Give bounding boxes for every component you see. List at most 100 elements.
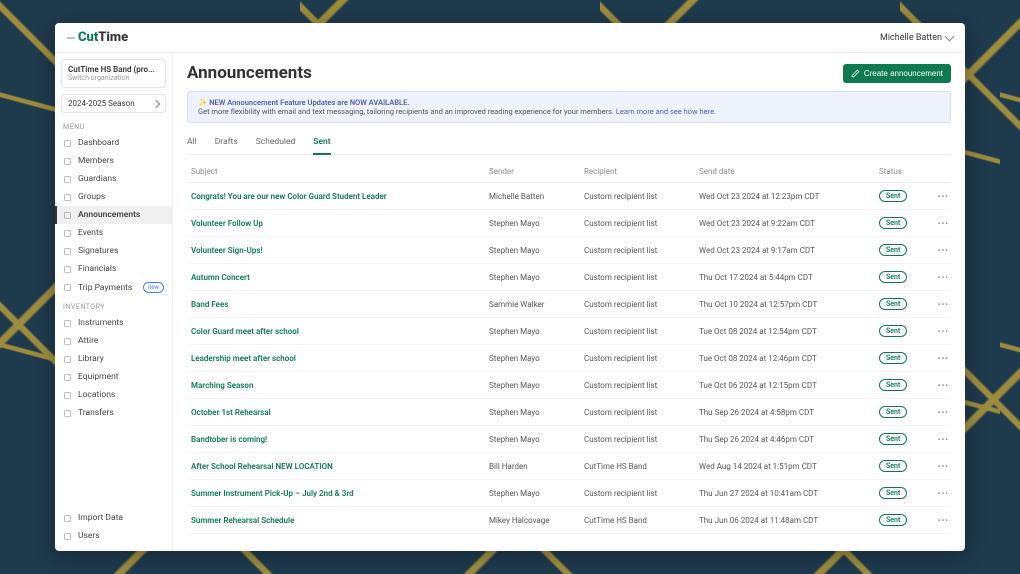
tab-drafts[interactable]: Drafts [215, 133, 238, 154]
sidebar-item-financials[interactable]: Financials [55, 260, 172, 278]
members-icon [63, 157, 72, 166]
announcement-link[interactable]: Volunteer Follow Up [191, 219, 489, 228]
sidebar-item-dashboard[interactable]: Dashboard [55, 134, 172, 152]
sender-cell: Bill Harden [489, 462, 584, 471]
announcement-link[interactable]: Marching Season [191, 381, 489, 390]
groups-icon [63, 193, 72, 202]
sidebar-item-label: Guardians [78, 174, 116, 184]
col-sender: Sender [489, 167, 584, 176]
announcement-link[interactable]: October 1st Rehearsal [191, 408, 489, 417]
events-icon [63, 229, 72, 238]
org-switcher[interactable]: CutTime HS Band (pro... Switch organizat… [61, 59, 166, 88]
sidebar-item-members[interactable]: Members [55, 152, 172, 170]
table-row: Volunteer Follow UpStephen MayoCustom re… [187, 210, 951, 237]
table-row: Summer Instrument Pick-Up – July 2nd & 3… [187, 480, 951, 507]
sidebar-item-label: Users [78, 531, 100, 541]
sidebar-item-signatures[interactable]: Signatures [55, 242, 172, 260]
transfers-icon [63, 409, 72, 418]
row-actions-button[interactable]: ••• [929, 246, 949, 255]
row-actions-button[interactable]: ••• [929, 327, 949, 336]
sender-cell: Stephen Mayo [489, 381, 584, 390]
table-row: Volunteer Sign-Ups!Stephen MayoCustom re… [187, 237, 951, 264]
table-row: Autumn ConcertStephen MayoCustom recipie… [187, 264, 951, 291]
sidebar-item-label: Groups [78, 192, 105, 202]
status-badge: Sent [879, 190, 907, 202]
row-actions-button[interactable]: ••• [929, 462, 949, 471]
page-title: Announcements [187, 63, 312, 83]
sender-cell: Stephen Mayo [489, 354, 584, 363]
row-actions-button[interactable]: ••• [929, 354, 949, 363]
status-cell: Sent [879, 352, 929, 364]
sidebar-item-library[interactable]: Library [55, 350, 172, 368]
row-actions-button[interactable]: ••• [929, 408, 949, 417]
sender-cell: Stephen Mayo [489, 273, 584, 282]
sidebar-item-transfers[interactable]: Transfers [55, 404, 172, 422]
sidebar-item-announcements[interactable]: Announcements [55, 206, 172, 224]
date-cell: Thu Jun 27 2024 at 10:41am CDT [699, 489, 879, 498]
sidebar-item-groups[interactable]: Groups [55, 188, 172, 206]
status-cell: Sent [879, 244, 929, 256]
recipient-cell: Custom recipient list [584, 246, 699, 255]
sidebar-item-guardians[interactable]: Guardians [55, 170, 172, 188]
announcement-link[interactable]: Summer Instrument Pick-Up – July 2nd & 3… [191, 489, 489, 498]
recipient-cell: CutTime HS Band [584, 516, 699, 525]
row-actions-button[interactable]: ••• [929, 489, 949, 498]
sender-cell: Sammie Walker [489, 300, 584, 309]
season-select[interactable]: 2024-2025 Season [61, 94, 166, 113]
row-actions-button[interactable]: ••• [929, 300, 949, 309]
sidebar-item-label: Signatures [78, 246, 118, 256]
sidebar-item-instruments[interactable]: Instruments [55, 314, 172, 332]
user-menu[interactable]: Michelle Batten [880, 33, 953, 43]
status-cell: Sent [879, 514, 929, 526]
row-actions-button[interactable]: ••• [929, 219, 949, 228]
status-badge: Sent [879, 406, 907, 418]
sidebar-item-trip-payments[interactable]: Trip Paymentsnew [55, 278, 172, 297]
status-badge: Sent [879, 514, 907, 526]
recipient-cell: Custom recipient list [584, 435, 699, 444]
date-cell: Tue Oct 08 2024 at 12:54pm CDT [699, 327, 879, 336]
sidebar-item-events[interactable]: Events [55, 224, 172, 242]
announcement-link[interactable]: Autumn Concert [191, 273, 489, 282]
sidebar-item-equipment[interactable]: Equipment [55, 368, 172, 386]
tab-sent[interactable]: Sent [313, 133, 330, 155]
sidebar-item-users[interactable]: Users [55, 527, 172, 545]
announcement-link[interactable]: Congrats! You are our new Color Guard St… [191, 192, 489, 201]
date-cell: Thu Oct 10 2024 at 12:57pm CDT [699, 300, 879, 309]
status-cell: Sent [879, 460, 929, 472]
sidebar-item-label: Financials [78, 264, 116, 274]
date-cell: Thu Jun 06 2024 at 11:48am CDT [699, 516, 879, 525]
announcement-link[interactable]: Summer Rehearsal Schedule [191, 516, 489, 525]
table-row: Summer Rehearsal ScheduleMikey Halcovage… [187, 507, 951, 534]
status-badge: Sent [879, 217, 907, 229]
announcement-link[interactable]: Volunteer Sign-Ups! [191, 246, 489, 255]
sidebar-item-import-data[interactable]: Import Data [55, 509, 172, 527]
announcement-link[interactable]: Color Guard meet after school [191, 327, 489, 336]
equipment-icon [63, 373, 72, 382]
status-badge: Sent [879, 433, 907, 445]
date-cell: Tue Oct 08 2024 at 12:46pm CDT [699, 354, 879, 363]
announcement-link[interactable]: Bandtober is coming! [191, 435, 489, 444]
status-cell: Sent [879, 217, 929, 229]
row-actions-button[interactable]: ••• [929, 435, 949, 444]
status-badge: Sent [879, 460, 907, 472]
sidebar-item-locations[interactable]: Locations [55, 386, 172, 404]
tab-scheduled[interactable]: Scheduled [256, 133, 296, 154]
announcement-link[interactable]: After School Rehearsal NEW LOCATION [191, 462, 489, 471]
create-announcement-button[interactable]: Create announcement [843, 64, 951, 83]
table-row: Band FeesSammie WalkerCustom recipient l… [187, 291, 951, 318]
status-badge: Sent [879, 244, 907, 256]
banner-link[interactable]: Learn more and see how here. [616, 107, 716, 116]
announcement-link[interactable]: Band Fees [191, 300, 489, 309]
row-actions-button[interactable]: ••• [929, 516, 949, 525]
row-actions-button[interactable]: ••• [929, 192, 949, 201]
announcement-link[interactable]: Leadership meet after school [191, 354, 489, 363]
row-actions-button[interactable]: ••• [929, 273, 949, 282]
table-row: Congrats! You are our new Color Guard St… [187, 183, 951, 210]
row-actions-button[interactable]: ••• [929, 381, 949, 390]
sidebar-item-attire[interactable]: Attire [55, 332, 172, 350]
recipient-cell: Custom recipient list [584, 354, 699, 363]
sidebar-item-label: Instruments [78, 318, 124, 328]
recipient-cell: Custom recipient list [584, 408, 699, 417]
date-cell: Thu Sep 26 2024 at 4:58pm CDT [699, 408, 879, 417]
tab-all[interactable]: All [187, 133, 197, 154]
